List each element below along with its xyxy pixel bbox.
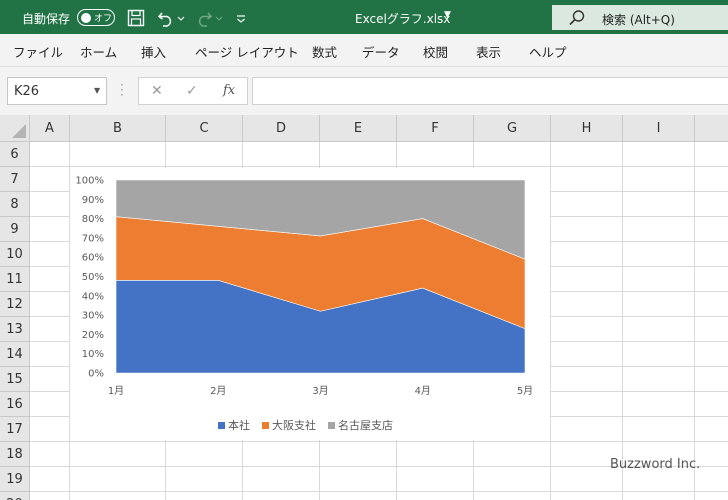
undo-dropdown-icon[interactable] bbox=[176, 8, 186, 28]
row-header-10[interactable]: 10 bbox=[0, 242, 30, 267]
row-header-8[interactable]: 8 bbox=[0, 192, 30, 217]
y-tick-label: 100% bbox=[75, 176, 104, 187]
formula-buttons: ✕ ✓ fx bbox=[138, 77, 248, 105]
customize-toolbar-icon[interactable] bbox=[234, 8, 248, 28]
watermark: Buzzword Inc. bbox=[610, 457, 701, 472]
insert-function-icon[interactable]: fx bbox=[223, 83, 235, 98]
y-tick-label: 0% bbox=[88, 369, 104, 380]
tab-help[interactable]: ヘルプ bbox=[529, 42, 567, 61]
redo-icon[interactable] bbox=[194, 8, 214, 28]
row-header-20[interactable]: 20 bbox=[0, 492, 30, 500]
row-header-18[interactable]: 18 bbox=[0, 442, 30, 467]
y-tick-label: 80% bbox=[82, 214, 104, 225]
tab-data[interactable]: データ bbox=[362, 42, 400, 61]
search-icon bbox=[569, 10, 585, 26]
y-tick-label: 10% bbox=[82, 349, 104, 360]
gridline bbox=[30, 491, 728, 492]
legend-swatch bbox=[328, 422, 335, 429]
row-header-19[interactable]: 19 bbox=[0, 467, 30, 492]
legend-label: 大阪支社 bbox=[272, 419, 316, 432]
splitter-handle-icon[interactable]: · · · bbox=[120, 79, 124, 101]
column-header-c[interactable]: C bbox=[166, 115, 243, 142]
redo-dropdown-icon[interactable] bbox=[214, 8, 224, 28]
tab-review[interactable]: 校閲 bbox=[423, 42, 448, 61]
column-header-f[interactable]: F bbox=[397, 115, 474, 142]
search-box[interactable]: 検索 (Alt+Q) bbox=[552, 5, 728, 30]
legend-item[interactable]: 本社 bbox=[218, 417, 250, 433]
row-header-6[interactable]: 6 bbox=[0, 142, 30, 167]
column-header-j[interactable] bbox=[695, 115, 728, 142]
row-header-14[interactable]: 14 bbox=[0, 342, 30, 367]
formula-input[interactable] bbox=[252, 77, 728, 105]
column-header-i[interactable]: I bbox=[623, 115, 695, 142]
x-tick-label: 3月 bbox=[312, 385, 328, 397]
tab-file[interactable]: ファイル bbox=[13, 42, 63, 61]
y-tick-label: 60% bbox=[82, 253, 104, 264]
row-header-13[interactable]: 13 bbox=[0, 317, 30, 342]
y-tick-label: 30% bbox=[82, 311, 104, 322]
x-tick-label: 5月 bbox=[517, 385, 533, 397]
legend-swatch bbox=[262, 422, 269, 429]
column-header-h[interactable]: H bbox=[551, 115, 623, 142]
row-header-9[interactable]: 9 bbox=[0, 217, 30, 242]
gridline bbox=[30, 166, 728, 167]
select-all-button[interactable] bbox=[0, 115, 30, 142]
row-header-16[interactable]: 16 bbox=[0, 392, 30, 417]
row-header-12[interactable]: 12 bbox=[0, 292, 30, 317]
document-title[interactable]: Excelグラフ.xlsx bbox=[355, 10, 450, 27]
name-box-value: K26 bbox=[14, 84, 40, 99]
chevron-down-icon[interactable]: ▼ bbox=[94, 86, 100, 95]
chart-legend[interactable]: 本社 大阪支社 名古屋支店 bbox=[218, 414, 405, 433]
title-bar: 自動保存 オフ Excelグラフ.xlsx ▼ 検索 (Alt+Q) bbox=[0, 0, 728, 34]
autosave-label: 自動保存 bbox=[22, 12, 71, 26]
name-box[interactable]: K26 ▼ bbox=[7, 77, 107, 105]
autosave-toggle[interactable]: オフ bbox=[77, 9, 115, 26]
y-tick-label: 20% bbox=[82, 330, 104, 341]
x-tick-label: 4月 bbox=[415, 385, 431, 397]
y-tick-label: 70% bbox=[82, 233, 104, 244]
tab-view[interactable]: 表示 bbox=[476, 42, 501, 61]
gridline bbox=[622, 142, 623, 500]
tab-insert[interactable]: 挿入 bbox=[141, 42, 166, 61]
y-tick-label: 40% bbox=[82, 291, 104, 302]
enter-icon[interactable]: ✓ bbox=[186, 83, 198, 99]
stacked-area-chart[interactable]: 0% 10% 20% 30% 40% 50% 60% 70% 80% 90% 100% 1月 2月 3月 4… bbox=[70, 168, 550, 440]
save-icon[interactable] bbox=[126, 8, 146, 28]
tab-page-layout[interactable]: ページ レイアウト bbox=[195, 42, 299, 61]
legend-item[interactable]: 名古屋支店 bbox=[328, 417, 393, 433]
chart-plot: 0% 10% 20% 30% 40% 50% 60% 70% 80% 90% 100% 1月 2月 3月 4… bbox=[75, 176, 533, 398]
row-header-11[interactable]: 11 bbox=[0, 267, 30, 292]
autosave-state: オフ bbox=[94, 14, 113, 24]
gridline bbox=[694, 142, 695, 500]
row-header-7[interactable]: 7 bbox=[0, 167, 30, 192]
column-header-e[interactable]: E bbox=[320, 115, 397, 142]
formula-bar: K26 ▼ · · · ✕ ✓ fx bbox=[0, 67, 728, 115]
legend-label: 本社 bbox=[228, 419, 250, 432]
column-header-b[interactable]: B bbox=[70, 115, 166, 142]
tab-home[interactable]: ホーム bbox=[80, 42, 117, 61]
chevron-down-icon[interactable]: ▼ bbox=[444, 10, 451, 20]
column-header-a[interactable]: A bbox=[30, 115, 70, 142]
column-header-d[interactable]: D bbox=[243, 115, 320, 142]
legend-item[interactable]: 大阪支社 bbox=[262, 417, 316, 433]
x-tick-label: 1月 bbox=[108, 385, 124, 397]
gridline bbox=[550, 142, 551, 500]
ribbon-tabs: ファイル ホーム 挿入 ページ レイアウト 数式 データ 校閲 表示 ヘルプ bbox=[0, 34, 728, 67]
y-tick-label: 90% bbox=[82, 195, 104, 206]
column-header-g[interactable]: G bbox=[474, 115, 551, 142]
legend-swatch bbox=[218, 422, 225, 429]
legend-label: 名古屋支店 bbox=[338, 419, 393, 432]
toggle-knob bbox=[81, 12, 91, 23]
y-tick-label: 50% bbox=[82, 272, 104, 283]
tab-formulas[interactable]: 数式 bbox=[312, 42, 337, 61]
cancel-icon[interactable]: ✕ bbox=[151, 83, 163, 99]
undo-icon[interactable] bbox=[156, 8, 176, 28]
x-tick-label: 2月 bbox=[210, 385, 226, 397]
row-header-15[interactable]: 15 bbox=[0, 367, 30, 392]
row-header-17[interactable]: 17 bbox=[0, 417, 30, 442]
select-all-triangle-icon bbox=[12, 124, 26, 138]
search-placeholder: 検索 (Alt+Q) bbox=[602, 13, 675, 27]
gridline bbox=[30, 441, 728, 442]
